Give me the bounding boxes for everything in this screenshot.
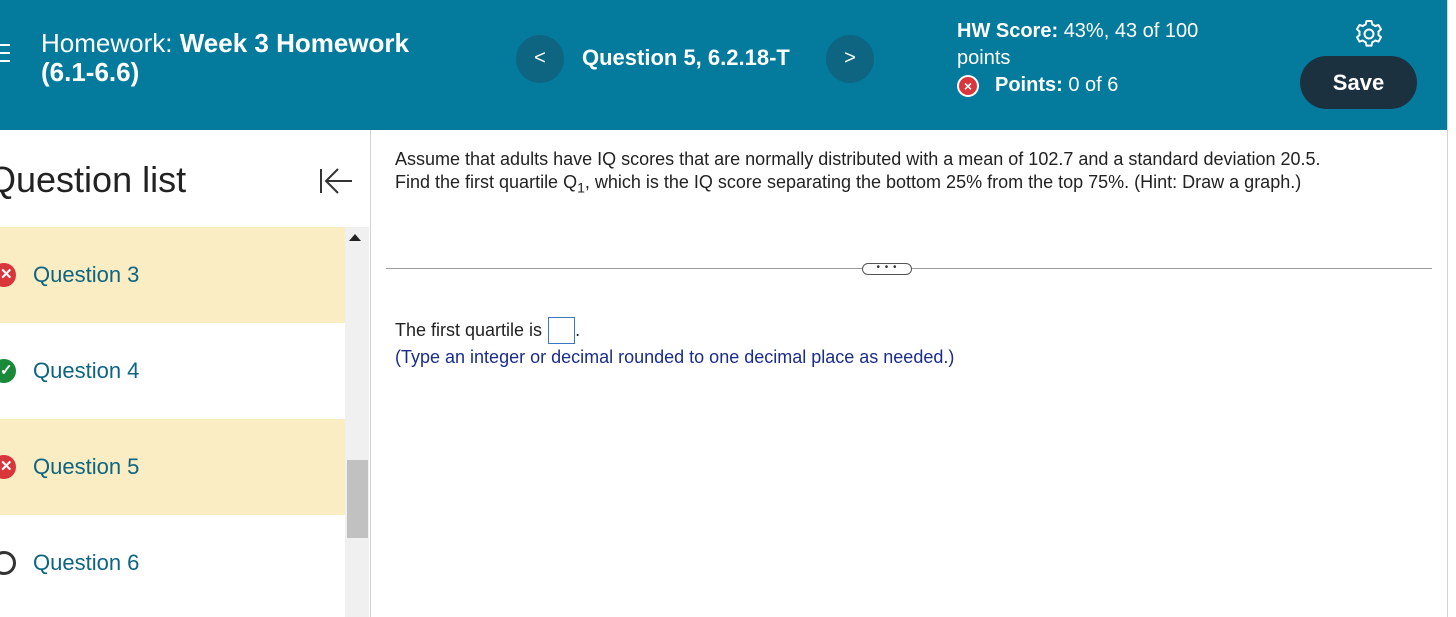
scrollbar-thumb[interactable] [347, 460, 368, 538]
question-list-item-label: Question 4 [33, 358, 140, 383]
next-question-button[interactable]: > [826, 35, 874, 83]
answer-prefix: The first quartile is [395, 320, 543, 340]
answer-suffix: . [575, 320, 581, 340]
answer-input[interactable] [548, 316, 576, 344]
question-list-item-5[interactable]: ✕ Question 5 [0, 419, 345, 515]
save-button[interactable]: Save [1300, 56, 1417, 109]
question-list-item-6[interactable]: Question 6 [0, 515, 345, 611]
collapse-left-icon[interactable] [318, 166, 354, 196]
hw-score: HW Score: 43%, 43 of 100 points [957, 18, 1237, 72]
current-question-label: Question 5, 6.2.18-T [582, 45, 790, 70]
question-list-scrollbar[interactable] [345, 227, 369, 617]
more-options-button[interactable]: • • • [862, 263, 912, 275]
homework-title-prefix: Homework: [41, 28, 173, 58]
question-list-item-3[interactable]: ✕ Question 3 [0, 227, 345, 323]
menu-icon[interactable] [0, 44, 10, 62]
hw-score-value: 43%, 43 of 100 [1063, 20, 1199, 42]
question-list-panel: Question list ✕ Question 3 ✓ Question 4 … [0, 130, 371, 617]
homework-title: Homework: Week 3 Homework (6.1-6.6) [41, 29, 481, 87]
header-bar: Homework: Week 3 Homework (6.1-6.6) < Qu… [0, 0, 1447, 130]
question-list-title: Question list [0, 159, 187, 200]
points-row: × Points: 0 of 6 [957, 72, 1118, 99]
question-list-item-label: Question 5 [33, 454, 140, 479]
question-prompt-line1: Assume that adults have IQ scores that a… [395, 149, 1321, 169]
scroll-up-arrow-icon[interactable] [349, 234, 361, 241]
points-label: Points: [995, 74, 1063, 96]
answer-format-hint: (Type an integer or decimal rounded to o… [395, 347, 955, 367]
window-right-edge [1447, 0, 1456, 617]
x-circle-icon: × [957, 74, 979, 97]
hw-score-label: HW Score: [957, 20, 1059, 42]
unanswered-circle-icon [0, 551, 16, 575]
points-value: 0 of 6 [1068, 74, 1119, 96]
homework-title-name: Week 3 Homework [179, 28, 409, 58]
incorrect-icon: ✕ [0, 263, 16, 287]
correct-check-icon: ✓ [0, 359, 16, 383]
question-prompt-line2b: , which is the IQ score separating the b… [584, 172, 1302, 192]
question-list-item-4[interactable]: ✓ Question 4 [0, 323, 345, 419]
question-prompt-subscript: 1 [577, 179, 585, 196]
question-prompt: Assume that adults have IQ scores that a… [395, 148, 1435, 200]
previous-question-button[interactable]: < [516, 35, 564, 83]
homework-title-range: (6.1-6.6) [41, 57, 140, 87]
hw-score-unit: points [957, 47, 1011, 69]
answer-line: The first quartile is . [395, 316, 580, 344]
question-list-item-label: Question 6 [33, 550, 140, 575]
gear-icon[interactable] [1354, 19, 1384, 49]
incorrect-icon: ✕ [0, 455, 16, 479]
question-list-item-label: Question 3 [33, 262, 140, 287]
question-prompt-line2a: Find the first quartile Q [395, 172, 578, 192]
